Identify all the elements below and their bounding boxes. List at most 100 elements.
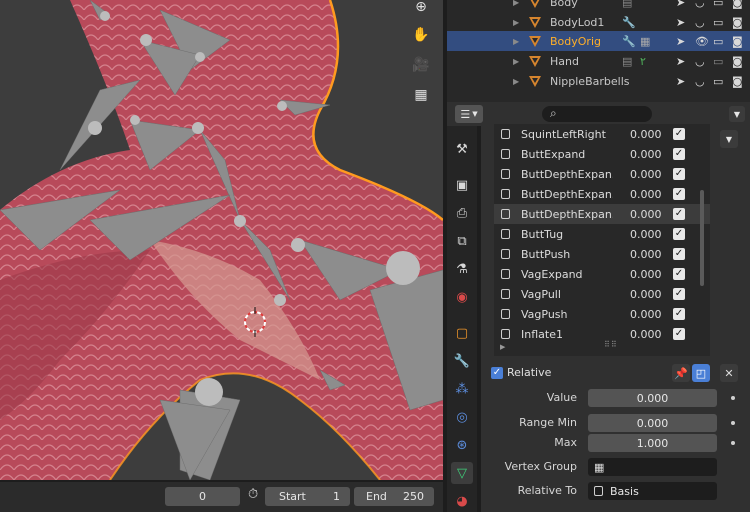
select-cursor-icon[interactable]: ➤ <box>676 0 685 9</box>
modifier-properties-icon[interactable]: 🔧 <box>451 350 473 372</box>
list-item[interactable]: ButtExpand 0.000 ✓ <box>494 144 710 164</box>
list-item[interactable]: ButtDepthExpan... 0.000 ✓ <box>494 164 710 184</box>
list-resize-grip-icon[interactable]: ⠿⠿ <box>604 340 618 349</box>
expand-arrow-icon[interactable]: ▶ <box>513 0 519 7</box>
shape-key-value[interactable]: 0.000 <box>630 128 662 141</box>
close-icon[interactable]: ✕ <box>720 364 738 382</box>
eye-closed-icon[interactable]: ◡ <box>695 75 705 88</box>
start-frame-field[interactable]: Start 1 <box>265 487 350 506</box>
eye-open-icon[interactable]: 👁 <box>695 35 709 48</box>
keyframe-dot-icon[interactable] <box>731 441 735 445</box>
outliner-row-hand[interactable]: ▶ Hand ▤ ٢ ➤ ◡ ▭ ◙ <box>447 51 750 71</box>
checkbox[interactable]: ✓ <box>673 288 685 300</box>
checkbox[interactable]: ✓ <box>673 168 685 180</box>
edit-mode-icon[interactable]: ◰ <box>692 364 710 382</box>
shape-key-value[interactable]: 0.000 <box>630 148 662 161</box>
expand-arrow-icon[interactable]: ▶ <box>513 57 519 66</box>
list-item[interactable]: SquintLeftRight 0.000 ✓ <box>494 124 710 144</box>
outliner-row-nipplebarbells[interactable]: ▶ NippleBarbells ➤ ◡ ▭ ◙ <box>447 71 750 91</box>
scene-properties-icon[interactable]: ⚗ <box>451 258 473 280</box>
render-camera-icon[interactable]: ◙ <box>732 16 743 29</box>
keyframe-dot-icon[interactable] <box>731 421 735 425</box>
list-item[interactable]: ButtDepthExpan... 0.000 ✓ <box>494 184 710 204</box>
checkbox[interactable]: ✓ <box>673 228 685 240</box>
outliner-row-bodyorig[interactable]: ▶ BodyOrig 🔧 ▦ ➤ 👁 ▭ ◙ <box>447 31 750 51</box>
material-properties-icon[interactable]: ◕ <box>451 490 473 512</box>
list-item[interactable]: VagPush 0.000 ✓ <box>494 304 710 324</box>
physics-properties-icon[interactable]: ◎ <box>451 406 473 428</box>
max-field[interactable]: 1.000 <box>588 434 717 452</box>
expand-arrow-icon[interactable]: ▶ <box>513 37 519 46</box>
render-camera-icon[interactable]: ◙ <box>732 0 743 9</box>
object-properties-icon[interactable]: ▢ <box>451 322 473 344</box>
shape-key-value[interactable]: 0.000 <box>630 308 662 321</box>
stopwatch-icon[interactable]: ⏱ <box>248 487 258 502</box>
list-item[interactable]: ButtPush 0.000 ✓ <box>494 244 710 264</box>
checkbox[interactable]: ✓ <box>673 188 685 200</box>
current-frame-field[interactable]: 0 <box>165 487 240 506</box>
checkbox[interactable]: ✓ <box>673 308 685 320</box>
outliner-row-bodylod1[interactable]: ▶ BodyLod1 🔧 ➤ ◡ ▭ ◙ <box>447 12 750 32</box>
monitor-icon[interactable]: ▭ <box>713 35 723 48</box>
render-camera-icon[interactable]: ◙ <box>732 75 743 88</box>
eye-closed-icon[interactable]: ◡ <box>695 16 705 29</box>
editor-type-dropdown[interactable]: ☰ ▼ <box>455 105 483 123</box>
world-properties-icon[interactable]: ◉ <box>451 286 473 308</box>
list-item[interactable]: VagPull 0.000 ✓ <box>494 284 710 304</box>
pin-icon[interactable]: 📌 <box>672 364 690 382</box>
output-properties-icon[interactable]: ⎙ <box>451 202 473 224</box>
shape-key-value[interactable]: 0.000 <box>630 168 662 181</box>
options-dropdown[interactable]: ▼ <box>729 106 745 122</box>
monitor-icon[interactable]: ▭ <box>713 0 723 9</box>
list-item[interactable]: Inflate1 0.000 ✓ <box>494 324 710 344</box>
render-camera-icon[interactable]: ◙ <box>732 55 743 68</box>
properties-search-input[interactable]: ⌕ <box>542 106 652 122</box>
monitor-icon[interactable]: ▭ <box>713 55 723 68</box>
eye-closed-icon[interactable]: ◡ <box>695 0 705 9</box>
shape-key-value[interactable]: 0.000 <box>630 268 662 281</box>
shape-key-value[interactable]: 0.000 <box>630 328 662 341</box>
view-layer-icon[interactable]: ⧉ <box>451 230 473 252</box>
render-camera-icon[interactable]: ◙ <box>732 35 743 48</box>
shape-key-specials-dropdown[interactable]: ▼ <box>720 130 738 148</box>
grid-view-icon[interactable]: ▦ <box>408 82 434 108</box>
outliner-row-body[interactable]: ▶ Body ▤ ➤ ◡ ▭ ◙ <box>447 0 750 12</box>
list-expand-arrow-icon[interactable]: ▶ <box>500 343 505 351</box>
range-min-field[interactable]: 0.000 <box>588 414 717 432</box>
relative-checkbox[interactable]: ✓ <box>491 367 503 379</box>
shape-key-value[interactable]: 0.000 <box>630 228 662 241</box>
checkbox[interactable]: ✓ <box>673 328 685 340</box>
select-cursor-icon[interactable]: ➤ <box>676 35 685 48</box>
checkbox[interactable]: ✓ <box>673 248 685 260</box>
shape-key-value[interactable]: 0.000 <box>630 188 662 201</box>
constraints-properties-icon[interactable]: ⊛ <box>451 434 473 456</box>
shape-key-value[interactable]: 0.000 <box>630 248 662 261</box>
select-cursor-icon[interactable]: ➤ <box>676 16 685 29</box>
particles-properties-icon[interactable]: ⁂ <box>451 378 473 400</box>
tool-settings-icon[interactable]: ⚒ <box>451 138 473 160</box>
shape-key-value[interactable]: 0.000 <box>630 288 662 301</box>
relative-to-field[interactable]: Basis <box>588 482 717 500</box>
checkbox[interactable]: ✓ <box>673 148 685 160</box>
list-item-active[interactable]: ButtDepthExpan... 0.000 ✓ <box>494 204 710 224</box>
select-cursor-icon[interactable]: ➤ <box>676 55 685 68</box>
value-field[interactable]: 0.000 <box>588 389 717 407</box>
checkbox[interactable]: ✓ <box>673 268 685 280</box>
render-properties-icon[interactable]: ▣ <box>451 174 473 196</box>
checkbox[interactable]: ✓ <box>673 208 685 220</box>
hand-pan-icon[interactable]: ✋ <box>408 22 434 48</box>
keyframe-dot-icon[interactable] <box>731 396 735 400</box>
shape-key-value[interactable]: 0.000 <box>630 208 662 221</box>
camera-view-icon[interactable]: 🎥 <box>408 52 434 78</box>
mesh-data-properties-icon[interactable]: ▽ <box>451 462 473 484</box>
checkbox[interactable]: ✓ <box>673 128 685 140</box>
3d-viewport[interactable]: ⊕ ✋ 🎥 ▦ <box>0 0 443 480</box>
vertex-group-field[interactable]: ▦ <box>588 458 717 476</box>
expand-arrow-icon[interactable]: ▶ <box>513 77 519 86</box>
eye-closed-icon[interactable]: ◡ <box>695 55 705 68</box>
end-frame-field[interactable]: End 250 <box>354 487 434 506</box>
monitor-icon[interactable]: ▭ <box>713 75 723 88</box>
list-scrollbar[interactable] <box>700 190 704 286</box>
select-cursor-icon[interactable]: ➤ <box>676 75 685 88</box>
expand-arrow-icon[interactable]: ▶ <box>513 18 519 27</box>
